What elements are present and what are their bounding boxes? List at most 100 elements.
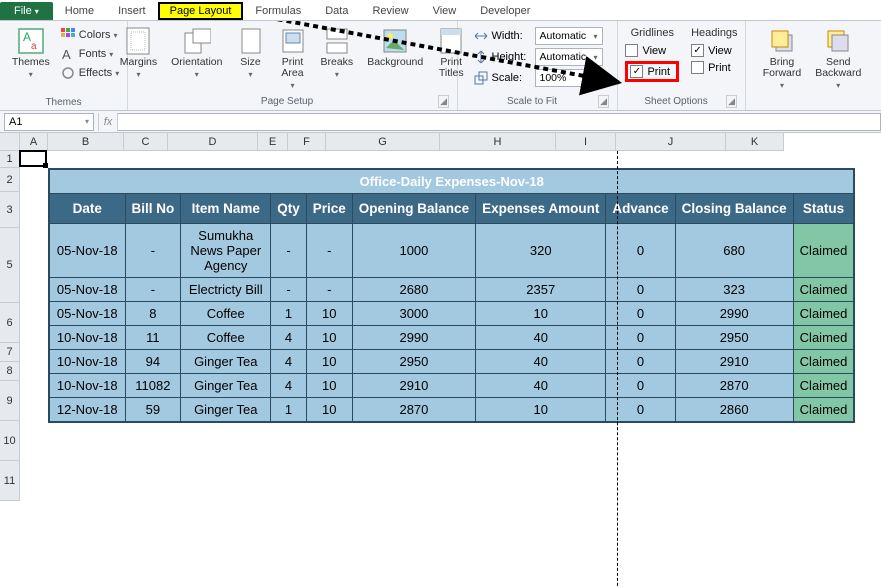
bring-forward-button[interactable]: Bring Forward▾ xyxy=(759,25,806,92)
table-cell: 40 xyxy=(476,374,606,398)
print-label: Print xyxy=(708,62,731,74)
formula-input[interactable] xyxy=(118,113,881,131)
chevron-down-icon: ▾ xyxy=(593,32,597,41)
column-header[interactable]: F xyxy=(288,133,326,151)
tab-review[interactable]: Review xyxy=(360,2,420,20)
ribbon: Aa Themes ▾ Colors ▾ A Fonts ▾ Eff xyxy=(0,21,881,111)
table-cell: Ginger Tea xyxy=(181,374,271,398)
row-header[interactable]: 5 xyxy=(0,228,20,303)
column-header[interactable]: H xyxy=(440,133,556,151)
fonts-button[interactable]: A Fonts ▾ xyxy=(60,46,119,62)
row-header[interactable]: 7 xyxy=(0,343,20,362)
tab-home[interactable]: Home xyxy=(53,2,106,20)
fx-icon[interactable]: fx xyxy=(98,113,118,131)
background-button[interactable]: Background xyxy=(363,25,427,70)
select-all-button[interactable] xyxy=(0,133,20,151)
table-cell: 2870 xyxy=(352,398,475,423)
row-header[interactable]: 2 xyxy=(0,168,20,192)
tab-developer[interactable]: Developer xyxy=(468,2,542,20)
tab-file[interactable]: File xyxy=(0,2,53,20)
tab-formulas[interactable]: Formulas xyxy=(243,2,313,20)
table-cell: 10-Nov-18 xyxy=(49,326,125,350)
group-sheet-options: Gridlines View ✓Print Headings ✓View Pri… xyxy=(618,21,746,110)
tab-view[interactable]: View xyxy=(421,2,469,20)
table-cell: 680 xyxy=(675,224,793,278)
dialog-launcher-icon[interactable]: ◢ xyxy=(438,95,449,108)
table-cell: 2357 xyxy=(476,278,606,302)
headings-view-checkbox[interactable]: ✓View xyxy=(691,44,737,57)
column-header[interactable]: E xyxy=(258,133,288,151)
table-cell: 4 xyxy=(271,374,307,398)
width-selector[interactable]: Automatic▾ xyxy=(535,27,603,45)
gridlines-view-checkbox[interactable]: View xyxy=(625,44,679,57)
breaks-button[interactable]: Breaks▾ xyxy=(317,25,358,81)
spreadsheet-grid[interactable]: ABCDEFGHIJK 123567891011 Office-Daily Ex… xyxy=(0,133,881,588)
table-cell: 40 xyxy=(476,326,606,350)
table-cell: 10 xyxy=(306,302,352,326)
table-header-cell: Item Name xyxy=(181,194,271,224)
table-cell: Claimed xyxy=(793,374,854,398)
table-cell: Claimed xyxy=(793,224,854,278)
name-box[interactable]: A1▾ xyxy=(4,113,94,131)
table-header-cell: Opening Balance xyxy=(352,194,475,224)
colors-icon xyxy=(60,27,76,43)
table-cell: 05-Nov-18 xyxy=(49,302,125,326)
table-cell: 10 xyxy=(306,326,352,350)
margins-button[interactable]: Margins▾ xyxy=(116,25,161,81)
table-header-cell: Qty xyxy=(271,194,307,224)
row-header[interactable]: 8 xyxy=(0,362,20,381)
table-cell: 10-Nov-18 xyxy=(49,350,125,374)
page-break-indicator xyxy=(617,151,618,588)
themes-label: Themes xyxy=(12,57,50,68)
column-header[interactable]: A xyxy=(20,133,48,151)
row-header[interactable]: 1 xyxy=(0,151,20,168)
orientation-button[interactable]: Orientation▾ xyxy=(167,25,226,81)
size-button[interactable]: Size▾ xyxy=(233,25,269,81)
table-cell: 94 xyxy=(125,350,181,374)
dialog-launcher-icon[interactable]: ◢ xyxy=(598,95,609,108)
row-header[interactable]: 11 xyxy=(0,461,20,501)
table-cell: Claimed xyxy=(793,302,854,326)
gridlines-print-checkbox[interactable]: ✓Print xyxy=(625,61,679,82)
table-cell: 2910 xyxy=(675,350,793,374)
headings-print-checkbox[interactable]: Print xyxy=(691,61,737,74)
height-selector[interactable]: Automatic▾ xyxy=(535,48,603,66)
checkbox-checked-icon: ✓ xyxy=(630,65,643,78)
column-header[interactable]: J xyxy=(616,133,726,151)
row-header[interactable]: 3 xyxy=(0,192,20,228)
send-backward-button[interactable]: Send Backward▾ xyxy=(811,25,865,92)
row-header[interactable]: 6 xyxy=(0,303,20,343)
print-area-button[interactable]: Print Area▾ xyxy=(275,25,311,92)
themes-button[interactable]: Aa Themes ▾ xyxy=(8,25,54,81)
column-header[interactable]: D xyxy=(168,133,258,151)
table-cell: 2910 xyxy=(352,374,475,398)
table-cell: Claimed xyxy=(793,350,854,374)
chevron-down-icon: ▾ xyxy=(593,53,597,62)
tab-data[interactable]: Data xyxy=(313,2,360,20)
column-header[interactable]: I xyxy=(556,133,616,151)
scale-spinner[interactable]: 100%▲▼ xyxy=(535,69,603,87)
table-header-cell: Price xyxy=(306,194,352,224)
column-header[interactable]: C xyxy=(124,133,168,151)
table-cell: 05-Nov-18 xyxy=(49,224,125,278)
table-header-cell: Bill No xyxy=(125,194,181,224)
tab-insert[interactable]: Insert xyxy=(106,2,158,20)
column-headers[interactable]: ABCDEFGHIJK xyxy=(20,133,881,151)
colors-button[interactable]: Colors ▾ xyxy=(60,27,119,43)
table-cell: 2990 xyxy=(352,326,475,350)
cells-area[interactable]: Office-Daily Expenses-Nov-18DateBill NoI… xyxy=(20,151,881,423)
svg-text:A: A xyxy=(23,30,31,44)
row-header[interactable]: 10 xyxy=(0,421,20,461)
spinner-down-icon[interactable]: ▼ xyxy=(591,78,598,84)
table-cell: Claimed xyxy=(793,278,854,302)
effects-button[interactable]: Effects ▾ xyxy=(60,65,119,81)
column-header[interactable]: B xyxy=(48,133,124,151)
column-header[interactable]: K xyxy=(726,133,784,151)
dialog-launcher-icon[interactable]: ◢ xyxy=(726,95,737,108)
row-header[interactable]: 9 xyxy=(0,381,20,421)
column-header[interactable]: G xyxy=(326,133,440,151)
row-headers[interactable]: 123567891011 xyxy=(0,151,20,501)
table-cell: 2860 xyxy=(675,398,793,423)
tab-page-layout[interactable]: Page Layout xyxy=(158,2,244,20)
table-cell: Coffee xyxy=(181,326,271,350)
